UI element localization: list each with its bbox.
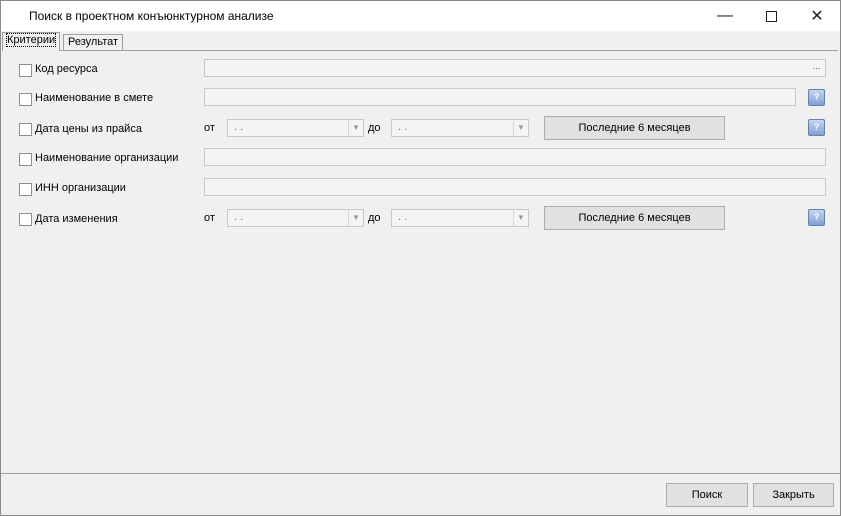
org-name-checkbox[interactable] [19,153,32,166]
change-date-to-value: . . [398,211,408,223]
org-name-field[interactable] [204,148,826,166]
row-org-inn: ИНН организации [2,177,838,201]
chevron-down-icon[interactable]: ▼ [348,210,363,226]
estimate-name-label: Наименование в смете [35,92,154,104]
org-inn-checkbox[interactable] [19,183,32,196]
org-inn-field[interactable] [204,178,826,196]
close-dialog-button[interactable]: Закрыть [753,483,834,507]
price-date-last6-button[interactable]: Последние 6 месяцев [544,116,725,140]
price-date-to-picker[interactable]: . . ▼ [391,119,529,137]
change-date-label: Дата изменения [35,213,118,225]
price-date-from-picker[interactable]: . . ▼ [227,119,364,137]
chevron-down-icon[interactable]: ▼ [348,120,363,136]
criteria-panel: Код ресурса ... Наименование в смете ? Д… [2,50,838,473]
dialog-window: Поиск в проектном конъюнктурном анализе … [0,0,841,516]
change-date-from-value: . . [234,211,244,223]
tab-criteria[interactable]: Критерии [2,32,61,51]
change-date-to-label: до [368,212,381,224]
tab-result-label: Результат [68,36,119,48]
price-date-help-button[interactable]: ? [808,119,825,136]
estimate-name-help-button[interactable]: ? [808,89,825,106]
window-title: Поиск в проектном конъюнктурном анализе [29,9,274,23]
change-date-from-label: от [204,212,215,224]
minimize-icon: — [717,7,733,24]
chevron-down-icon[interactable]: ▼ [513,210,528,226]
browse-button[interactable]: ... [809,61,824,75]
estimate-name-checkbox[interactable] [19,93,32,106]
change-date-help-button[interactable]: ? [808,209,825,226]
row-estimate-name: Наименование в смете ? [2,87,838,111]
change-date-checkbox[interactable] [19,213,32,226]
search-button[interactable]: Поиск [666,483,748,507]
change-date-last6-button[interactable]: Последние 6 месяцев [544,206,725,230]
resource-code-field[interactable]: ... [204,59,826,77]
help-icon: ? [813,122,820,132]
price-date-from-label: от [204,122,215,134]
title-bar: Поиск в проектном конъюнктурном анализе … [1,1,840,31]
dialog-footer: Поиск Закрыть [1,473,840,516]
price-date-checkbox[interactable] [19,123,32,136]
row-price-date: Дата цены из прайса от . . ▼ до . . ▼ По… [2,116,838,140]
ellipsis-icon: ... [812,61,821,71]
maximize-button[interactable] [748,1,794,31]
close-button[interactable]: ✕ [794,1,840,31]
row-org-name: Наименование организации [2,147,838,171]
resource-code-label: Код ресурса [35,63,98,75]
price-date-to-label: до [368,122,381,134]
help-icon: ? [813,212,820,222]
maximize-icon [765,10,777,22]
row-resource-code: Код ресурса ... [2,58,838,82]
tab-bar: Критерии Результат [1,31,840,51]
price-date-label: Дата цены из прайса [35,123,142,135]
help-icon: ? [813,92,820,102]
tab-result[interactable]: Результат [63,34,124,51]
price-date-from-value: . . [234,121,244,133]
chevron-down-icon[interactable]: ▼ [513,120,528,136]
minimize-button[interactable]: — [702,1,748,31]
change-date-from-picker[interactable]: . . ▼ [227,209,364,227]
row-change-date: Дата изменения от . . ▼ до . . ▼ Последн… [2,206,838,230]
tab-criteria-label: Критерии [5,33,57,47]
resource-code-checkbox[interactable] [19,64,32,77]
change-date-to-picker[interactable]: . . ▼ [391,209,529,227]
estimate-name-field[interactable] [204,88,796,106]
org-name-label: Наименование организации [35,152,179,164]
price-date-to-value: . . [398,121,408,133]
org-inn-label: ИНН организации [35,182,126,194]
close-icon: ✕ [810,8,824,25]
